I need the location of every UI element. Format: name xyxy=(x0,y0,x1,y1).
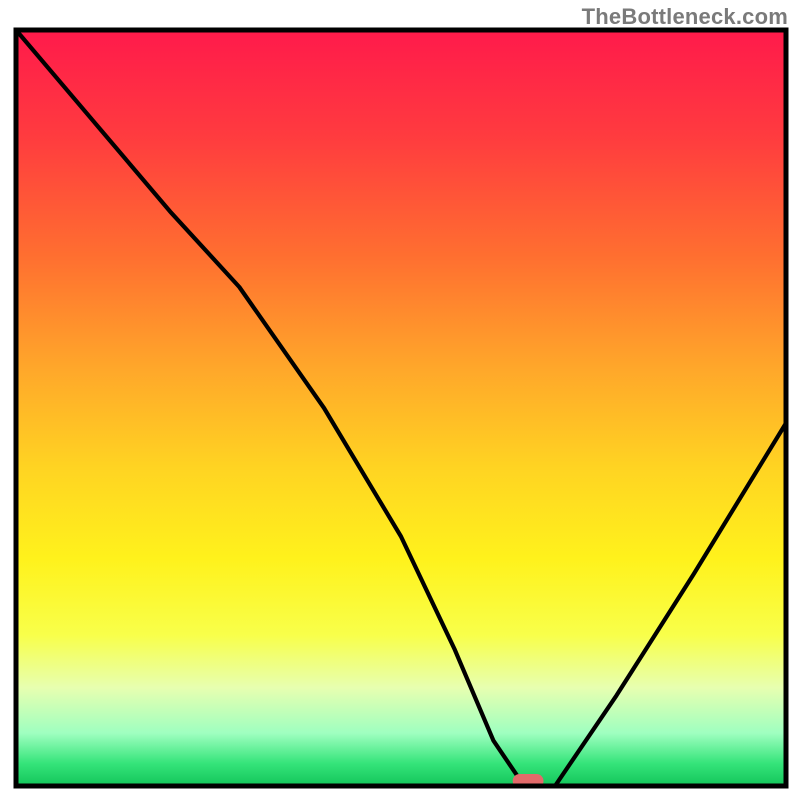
chart-stage: TheBottleneck.com xyxy=(0,0,800,800)
gradient-background xyxy=(16,30,786,786)
bottleneck-chart xyxy=(0,0,800,800)
